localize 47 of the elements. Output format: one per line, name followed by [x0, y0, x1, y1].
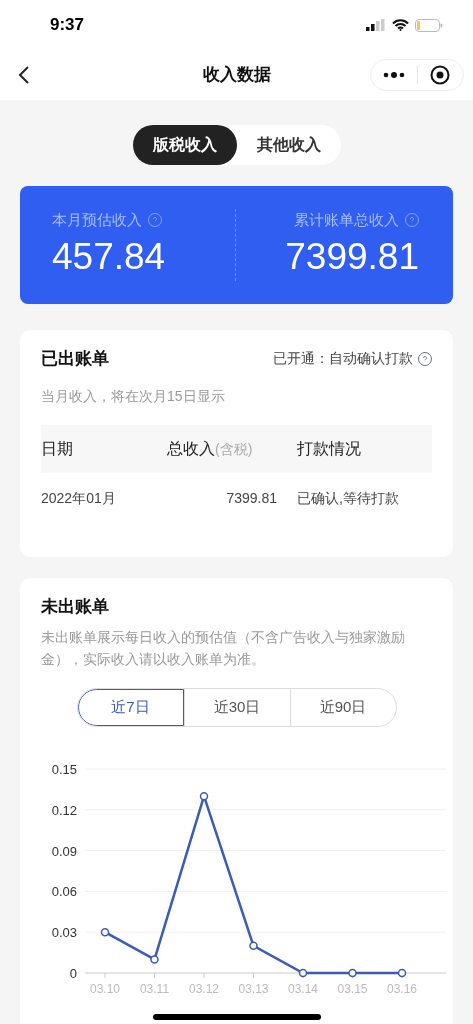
- column-header: 打款情况: [297, 438, 362, 459]
- y-tick-label: 0.06: [51, 883, 77, 899]
- status-time: 9:37: [50, 14, 85, 37]
- data-point: [150, 954, 159, 964]
- income-tab[interactable]: 版税收入: [132, 125, 237, 165]
- more-icon: [382, 72, 405, 78]
- summary-amount: 457.84: [52, 235, 167, 280]
- y-tick-label: 0.09: [51, 843, 77, 859]
- range-tab[interactable]: 近7日: [77, 688, 184, 726]
- table-cell-text: 7399.81: [225, 489, 277, 508]
- x-tick-label: 03.10: [90, 981, 120, 996]
- y-tick-label: 0: [69, 965, 77, 981]
- section-title: 未出账单: [41, 596, 110, 618]
- data-point: [397, 968, 407, 977]
- auto-pay-status: 已开通：自动确认打款: [273, 349, 413, 369]
- range-tab[interactable]: 近90日: [289, 688, 396, 726]
- y-tick-label: 0.15: [51, 761, 77, 777]
- data-point: [199, 791, 209, 800]
- column-header: 总收入(含税): [167, 438, 254, 459]
- table-cell-text: 2022年01月: [41, 489, 117, 508]
- section-note: 当月收入，将在次月15日显示: [41, 386, 226, 406]
- summary-label: 累计账单总收入: [294, 209, 399, 230]
- x-tick-label: 03.11: [139, 981, 170, 996]
- table-cell-text: 已确认,等待打款: [296, 489, 400, 508]
- data-point: [298, 968, 308, 977]
- summary-label: 本月预估收入: [52, 209, 142, 230]
- x-tick-label: 03.16: [387, 981, 417, 996]
- range-tab[interactable]: 近30日: [183, 688, 290, 726]
- x-tick-label: 03.13: [238, 981, 269, 996]
- battery-icon: [415, 18, 443, 32]
- wifi-icon: [392, 19, 409, 31]
- data-point: [348, 968, 357, 977]
- y-tick-label: 0.03: [51, 924, 77, 940]
- section-description: 未出账单展示每日收入的预估值（不含广告收入与独家激励金），实际收入请以收入账单为准。: [41, 627, 406, 669]
- back-icon: [18, 65, 30, 85]
- x-tick-label: 03.15: [337, 981, 368, 996]
- page-title: 收入数据: [202, 64, 271, 87]
- summary-amount: 7399.81: [285, 235, 419, 280]
- y-tick-label: 0.12: [51, 802, 77, 818]
- x-tick-label: 03.14: [288, 981, 318, 996]
- x-tick-label: 03.12: [189, 981, 219, 996]
- section-title: 已出账单: [41, 348, 109, 370]
- data-point: [249, 941, 258, 950]
- signal-icon: [366, 19, 386, 31]
- target-icon: [430, 65, 451, 85]
- column-header: 日期: [41, 438, 74, 459]
- data-point: [100, 927, 110, 936]
